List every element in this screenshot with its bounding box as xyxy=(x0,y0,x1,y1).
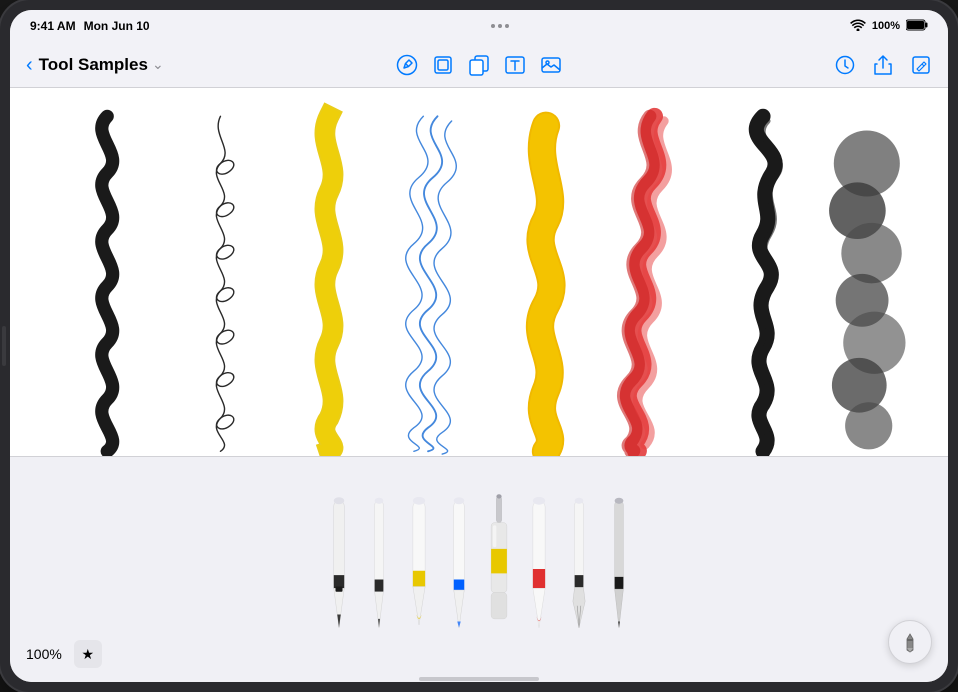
tool-technical-pen[interactable] xyxy=(565,472,593,632)
title-area: Tool Samples ⌄ xyxy=(39,55,164,75)
wifi-icon xyxy=(850,19,866,34)
tool-fineliner[interactable] xyxy=(365,472,393,632)
stroke-red-crayon xyxy=(624,116,668,451)
tool-felt-tip[interactable] xyxy=(445,472,473,632)
layers-icon[interactable] xyxy=(432,54,454,76)
pencil-circle-icon[interactable] xyxy=(396,54,418,76)
copy-icon[interactable] xyxy=(468,54,490,76)
pencil-tip-icon xyxy=(899,631,921,653)
side-handle xyxy=(2,326,6,366)
ipad-frame: 9:41 AM Mon Jun 10 xyxy=(0,0,958,692)
ipad-screen: 9:41 AM Mon Jun 10 xyxy=(10,10,948,682)
share-icon[interactable] xyxy=(872,54,894,76)
tool-crayon[interactable] xyxy=(525,472,553,632)
toolbar: ‹ Tool Samples ⌄ xyxy=(10,42,948,88)
pencil-tip-button[interactable] xyxy=(888,620,932,664)
back-button[interactable]: ‹ xyxy=(26,55,33,75)
history-icon[interactable] xyxy=(834,54,856,76)
title-dropdown-icon[interactable]: ⌄ xyxy=(152,56,164,73)
tool-graphite[interactable] xyxy=(605,472,633,632)
back-chevron-icon: ‹ xyxy=(26,55,33,75)
stroke-blue-hatching xyxy=(406,116,457,454)
tool-shelf: 100% ★ xyxy=(10,456,948,676)
stroke-black-calligraphy xyxy=(756,116,780,451)
favorites-button[interactable]: ★ xyxy=(74,640,102,668)
home-indicator xyxy=(10,676,948,682)
tool-shelf-bottom: 100% ★ xyxy=(10,632,948,676)
tools-row xyxy=(10,457,948,632)
stroke-yellow-paint xyxy=(540,126,551,452)
text-icon[interactable] xyxy=(504,54,526,76)
tool-paint-bottle[interactable] xyxy=(485,472,513,632)
battery-icon xyxy=(906,19,928,34)
canvas-area[interactable] xyxy=(10,88,948,456)
stroke-black-snake xyxy=(102,116,113,451)
status-bar: 9:41 AM Mon Jun 10 xyxy=(10,10,948,42)
zoom-label: 100% xyxy=(26,646,62,662)
time-label: 9:41 AM xyxy=(30,19,76,33)
page-title: Tool Samples xyxy=(39,55,148,75)
image-icon[interactable] xyxy=(540,54,562,76)
brush-canvas xyxy=(10,88,948,456)
star-icon: ★ xyxy=(82,646,95,663)
home-bar xyxy=(419,677,539,681)
stroke-black-loops xyxy=(216,116,233,451)
date-label: Mon Jun 10 xyxy=(84,19,150,33)
tool-brush-marker[interactable] xyxy=(405,472,433,632)
stroke-black-spray xyxy=(829,130,905,449)
edit-icon[interactable] xyxy=(910,54,932,76)
tool-fountain-pen[interactable] xyxy=(325,472,353,632)
stroke-yellow-marker xyxy=(325,116,333,451)
battery-label: 100% xyxy=(872,20,900,32)
